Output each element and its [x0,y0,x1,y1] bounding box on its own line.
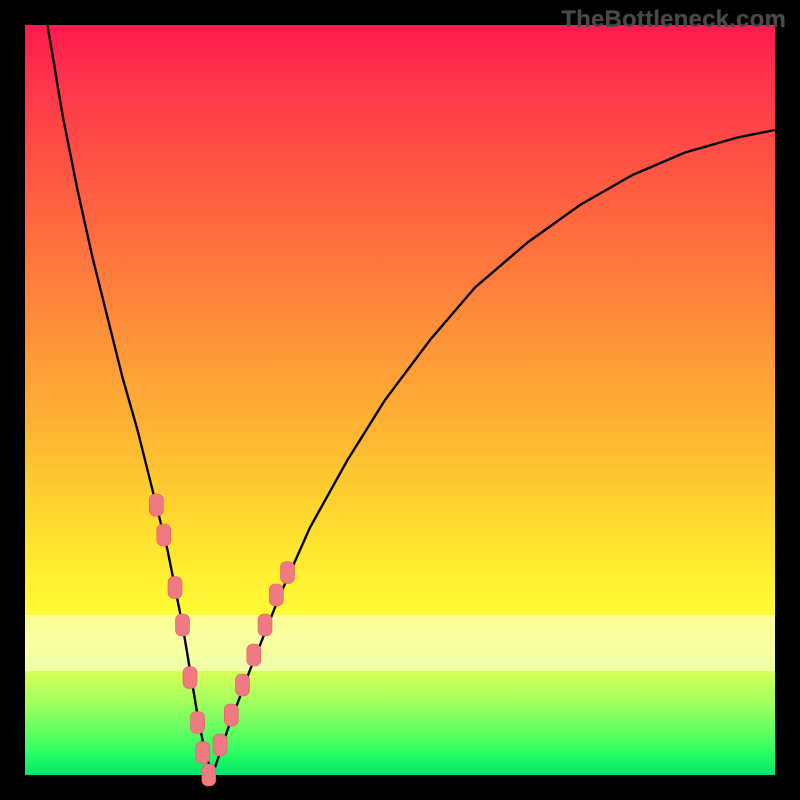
curve-layer [25,25,775,775]
curve-marker [196,742,210,764]
curve-marker [202,764,216,786]
watermark-text: TheBottleneck.com [561,6,786,34]
curve-marker [213,734,227,756]
curve-marker [236,674,250,696]
curve-marker [258,614,272,636]
curve-marker [191,712,205,734]
plot-area [25,25,775,775]
curve-marker [168,577,182,599]
curve-marker [183,667,197,689]
curve-marker [269,584,283,606]
curve-marker [157,524,171,546]
curve-marker [149,494,163,516]
curve-marker [176,614,190,636]
bottleneck-curve [48,25,776,775]
curve-marker [247,644,261,666]
curve-marker [281,562,295,584]
curve-markers [149,494,294,786]
chart-frame: TheBottleneck.com [0,0,800,800]
curve-marker [224,704,238,726]
